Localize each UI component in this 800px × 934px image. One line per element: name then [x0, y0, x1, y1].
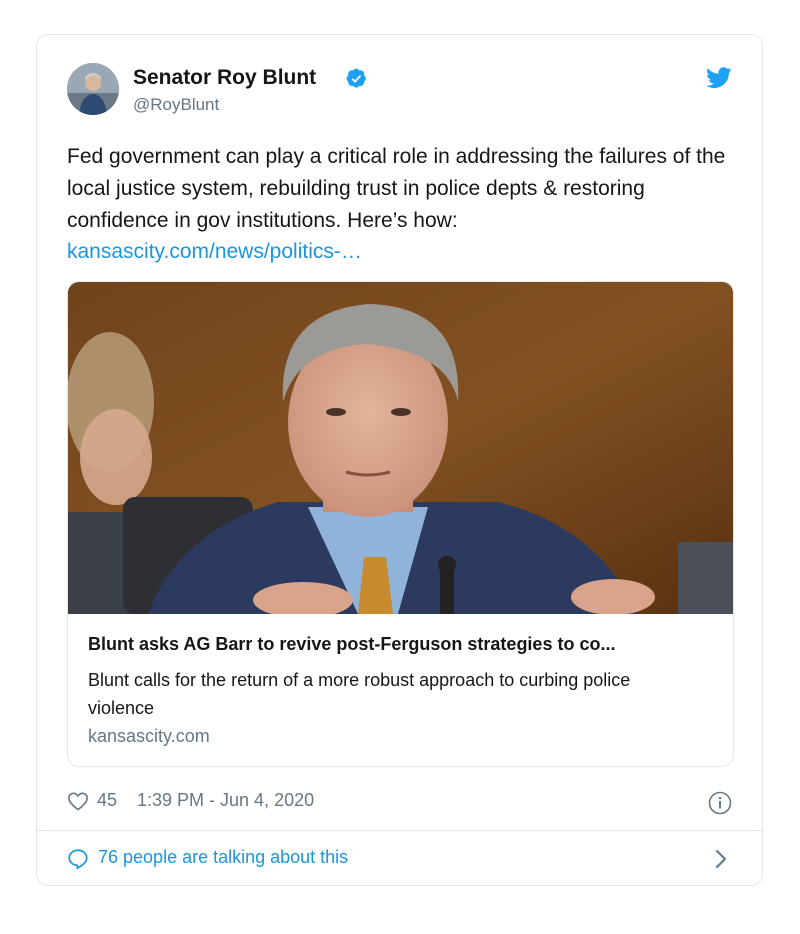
link-preview-image: [68, 282, 733, 614]
tweet-text: Fed government can play a critical role …: [67, 145, 726, 232]
talking-count-text: 76 people are talking about this: [98, 847, 349, 867]
author-display-name[interactable]: Senator Roy Blunt: [133, 66, 316, 90]
chevron-right-icon: [715, 849, 727, 869]
avatar-photo: [67, 63, 119, 115]
tweet-timestamp[interactable]: 1:39 PM - Jun 4, 2020: [137, 790, 314, 811]
link-card-domain: kansascity.com: [88, 726, 210, 746]
heart-icon[interactable]: [67, 791, 89, 811]
link-preview-card[interactable]: Blunt asks AG Barr to revive post-Fergus…: [67, 281, 734, 767]
link-card-description: Blunt calls for the return of a more rob…: [88, 670, 631, 718]
avatar[interactable]: [67, 63, 119, 115]
tweet-embed-card: Senator Roy Blunt @RoyBlunt Fed governme…: [36, 34, 763, 886]
author-handle[interactable]: @RoyBlunt: [133, 95, 219, 115]
info-icon[interactable]: [708, 791, 732, 815]
tweet-link[interactable]: kansascity.com/news/politics-…: [67, 236, 362, 268]
conversation-link[interactable]: 76 people are talking about this: [37, 831, 762, 885]
speech-bubble-icon: [68, 849, 88, 870]
like-count[interactable]: 45: [97, 790, 117, 811]
twitter-bird-icon[interactable]: [706, 67, 732, 89]
verified-badge-icon: [346, 68, 366, 88]
link-card-title: Blunt asks AG Barr to revive post-Fergus…: [88, 634, 616, 654]
